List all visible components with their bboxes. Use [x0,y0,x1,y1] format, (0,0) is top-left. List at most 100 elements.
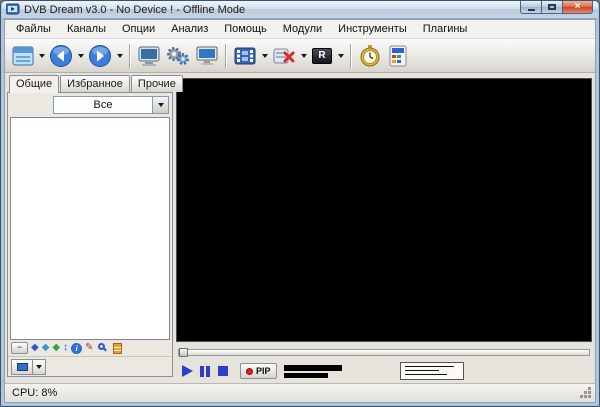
filter-row: Все [8,93,172,117]
close-icon: × [574,1,581,12]
channel-list-button[interactable] [10,42,36,70]
channel-list-dropdown[interactable] [36,42,47,70]
close-file-button[interactable] [270,42,298,70]
view-mode-dropdown[interactable] [33,358,46,375]
play-button[interactable] [178,363,196,379]
pip-label: PIP [256,366,271,376]
cpu-usage: CPU: 8% [12,387,58,399]
record-dropdown[interactable] [335,42,346,70]
app-icon [6,3,20,15]
level-bar-bottom [283,372,328,378]
statusbar: CPU: 8% [5,383,595,402]
client-area: Файлы Каналы Опции Анализ Помощь Модули … [4,19,596,403]
record-dot-icon [246,367,253,375]
menu-tools[interactable]: Инструменты [330,20,415,38]
main-content: Общие Избранное Прочие Все − ◆ ◆ ◆ ↕ i ✎… [5,73,595,383]
tv-mode-button[interactable] [135,42,163,70]
sidebar-tabs: Общие Избранное Прочие [7,75,183,93]
chevron-down-icon [300,53,307,58]
menubar: Файлы Каналы Опции Анализ Помощь Модули … [5,20,595,39]
edit-icon[interactable]: ✎ [85,342,93,354]
chevron-down-icon [261,53,268,58]
menu-modules[interactable]: Модули [275,20,330,38]
menu-options[interactable]: Опции [114,20,163,38]
diamond-blue-icon[interactable]: ◆ [31,342,39,354]
menu-analysis[interactable]: Анализ [163,20,216,38]
teletext-button[interactable] [384,42,412,70]
toolbar: R [5,39,595,73]
group-filter-combo[interactable]: Все [53,96,169,114]
minimize-icon [527,9,535,11]
stop-button[interactable] [214,363,232,379]
group-filter-dropdown-button[interactable] [152,97,168,113]
window-title: DVB Dream v3.0 - No Device ! - Offline M… [24,3,246,16]
channel-list-toolbar: − ◆ ◆ ◆ ↕ i ✎ [8,340,172,356]
previous-channel-button[interactable] [47,42,75,70]
stopwatch-icon [360,44,380,66]
play-media-file-dropdown[interactable] [259,42,270,70]
previous-channel-dropdown[interactable] [75,42,86,70]
settings-button[interactable] [163,42,193,70]
toolbar-separator [129,43,131,68]
chevron-down-icon [77,53,84,58]
play-media-file-button[interactable] [231,42,259,70]
record-button[interactable]: R [309,42,335,70]
diamond-cyan-icon[interactable]: ◆ [42,342,50,354]
tab-others[interactable]: Прочие [130,75,183,92]
channel-list[interactable] [10,117,170,340]
caption-buttons: × [520,1,593,14]
tab-general[interactable]: Общие [9,75,60,93]
toolbar-separator [350,43,352,68]
forward-circle-icon [89,44,111,67]
toolbar-separator [225,43,227,68]
info-icon[interactable]: i [71,342,83,354]
level-bar-top [283,364,342,371]
next-channel-dropdown[interactable] [114,42,125,70]
pause-button[interactable] [196,363,214,379]
pause-icon [200,365,204,377]
titlebar[interactable]: DVB Dream v3.0 - No Device ! - Offline M… [2,1,598,19]
maximize-button[interactable] [541,1,562,14]
seek-handle[interactable] [179,348,188,357]
diamond-green-icon[interactable]: ◆ [52,342,60,354]
menu-channels[interactable]: Каналы [59,20,114,38]
search-icon[interactable] [97,342,110,355]
chevron-down-icon [116,53,123,58]
red-x-icon [273,48,295,63]
minimize-button[interactable] [520,1,541,14]
close-file-dropdown[interactable] [298,42,309,70]
scheduler-button[interactable] [356,42,384,70]
menu-plugins[interactable]: Плагины [415,20,476,38]
back-circle-icon [50,44,72,67]
maximize-icon [548,4,556,10]
channel-list-icon [12,46,34,65]
app-window: DVB Dream v3.0 - No Device ! - Offline M… [0,0,600,407]
gears-icon [167,46,189,65]
stop-icon [218,366,228,376]
monitor-icon [196,46,218,65]
menu-help[interactable]: Помощь [216,20,275,38]
chevron-down-icon [157,103,164,107]
mini-monitor-icon [16,362,28,371]
group-filter-value: Все [93,99,113,111]
collapse-button[interactable]: − [11,342,28,354]
close-button[interactable]: × [562,1,593,14]
next-channel-button[interactable] [86,42,114,70]
seek-bar[interactable] [178,348,590,357]
playback-controls: PIP [178,361,590,381]
sidebar-tabpanel: Все − ◆ ◆ ◆ ↕ i ✎ [7,92,173,377]
sidebar-bottom-row [8,356,172,376]
pip-record-button[interactable]: PIP [240,363,277,379]
video-area[interactable] [176,78,592,342]
resize-grip[interactable] [588,395,591,398]
chevron-down-icon [36,364,42,369]
signal-meter [399,362,464,380]
move-updown-icon[interactable]: ↕ [63,342,68,354]
tab-favorites[interactable]: Избранное [60,75,130,92]
chevron-down-icon [337,53,344,58]
menu-files[interactable]: Файлы [8,20,59,38]
display-button[interactable] [193,42,221,70]
view-mode-button[interactable] [11,358,33,375]
notes-icon[interactable] [112,342,122,354]
channel-sidebar: Общие Избранное Прочие Все − ◆ ◆ ◆ ↕ i ✎ [7,75,183,377]
